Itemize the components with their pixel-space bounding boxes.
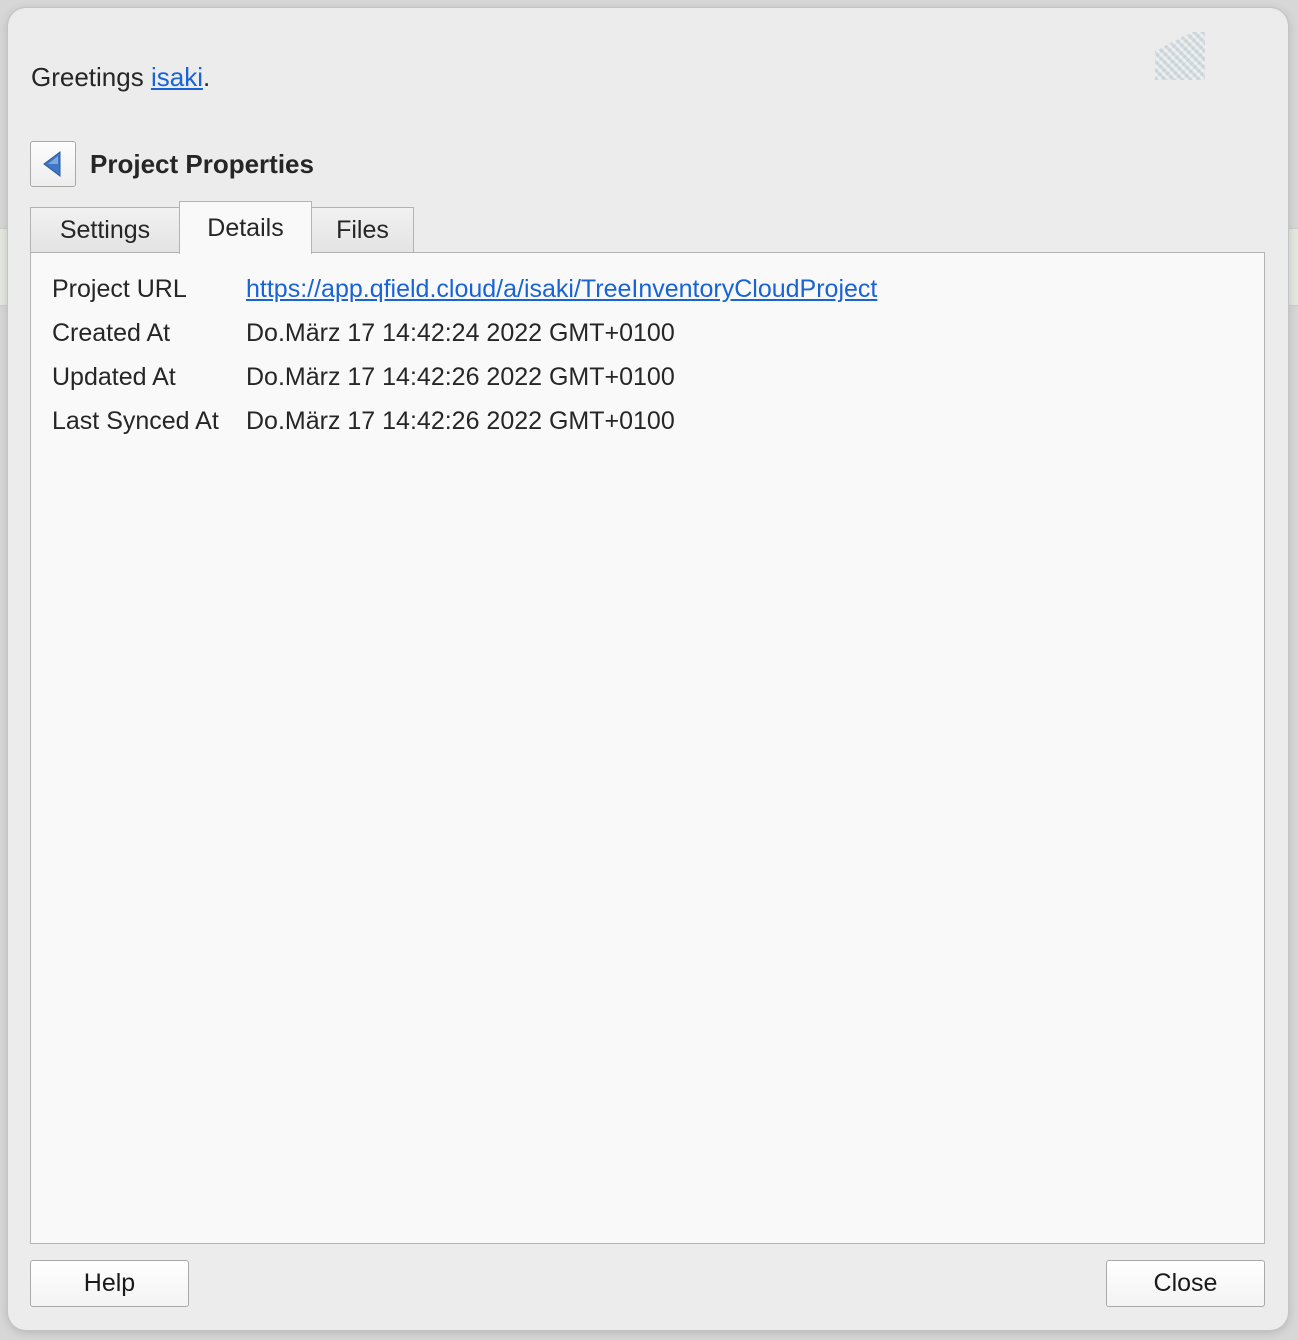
detail-label: Created At — [52, 319, 171, 347]
user-avatar-icon — [1155, 32, 1205, 80]
close-button[interactable]: Close — [1106, 1260, 1265, 1307]
detail-row-created-at: Created At Do.März 17 14:42:24 2022 GMT+… — [52, 319, 675, 348]
detail-value: Do.März 17 14:42:26 2022 GMT+0100 — [246, 363, 675, 391]
detail-value: Do.März 17 14:42:24 2022 GMT+0100 — [246, 319, 675, 347]
greeting-prefix: Greetings — [31, 62, 151, 92]
detail-label: Updated At — [52, 363, 176, 391]
detail-label: Last Synced At — [52, 407, 219, 435]
help-button[interactable]: Help — [30, 1260, 189, 1307]
back-button[interactable] — [30, 141, 76, 187]
back-arrow-icon — [43, 151, 61, 177]
greeting-suffix: . — [202, 62, 211, 92]
username-link[interactable]: isaki — [151, 62, 203, 92]
tab-details[interactable]: Details — [179, 201, 312, 254]
detail-row-updated-at: Updated At Do.März 17 14:42:26 2022 GMT+… — [52, 363, 675, 392]
panel-title: Project Properties — [90, 149, 314, 179]
detail-row-last-synced-at: Last Synced At Do.März 17 14:42:26 2022 … — [52, 407, 675, 436]
tab-files[interactable]: Files — [311, 207, 414, 253]
greeting-text: Greetings isaki. — [31, 62, 210, 93]
detail-label: Project URL — [52, 275, 187, 303]
detail-row-project-url: Project URL https://app.qfield.cloud/a/i… — [52, 275, 877, 304]
project-url-link[interactable]: https://app.qfield.cloud/a/isaki/TreeInv… — [246, 275, 877, 303]
details-panel: Project URL https://app.qfield.cloud/a/i… — [30, 252, 1265, 1244]
tab-settings[interactable]: Settings — [30, 207, 180, 253]
project-properties-dialog: Greetings isaki. Project Properties Sett… — [8, 8, 1288, 1330]
detail-value: Do.März 17 14:42:26 2022 GMT+0100 — [246, 407, 675, 435]
